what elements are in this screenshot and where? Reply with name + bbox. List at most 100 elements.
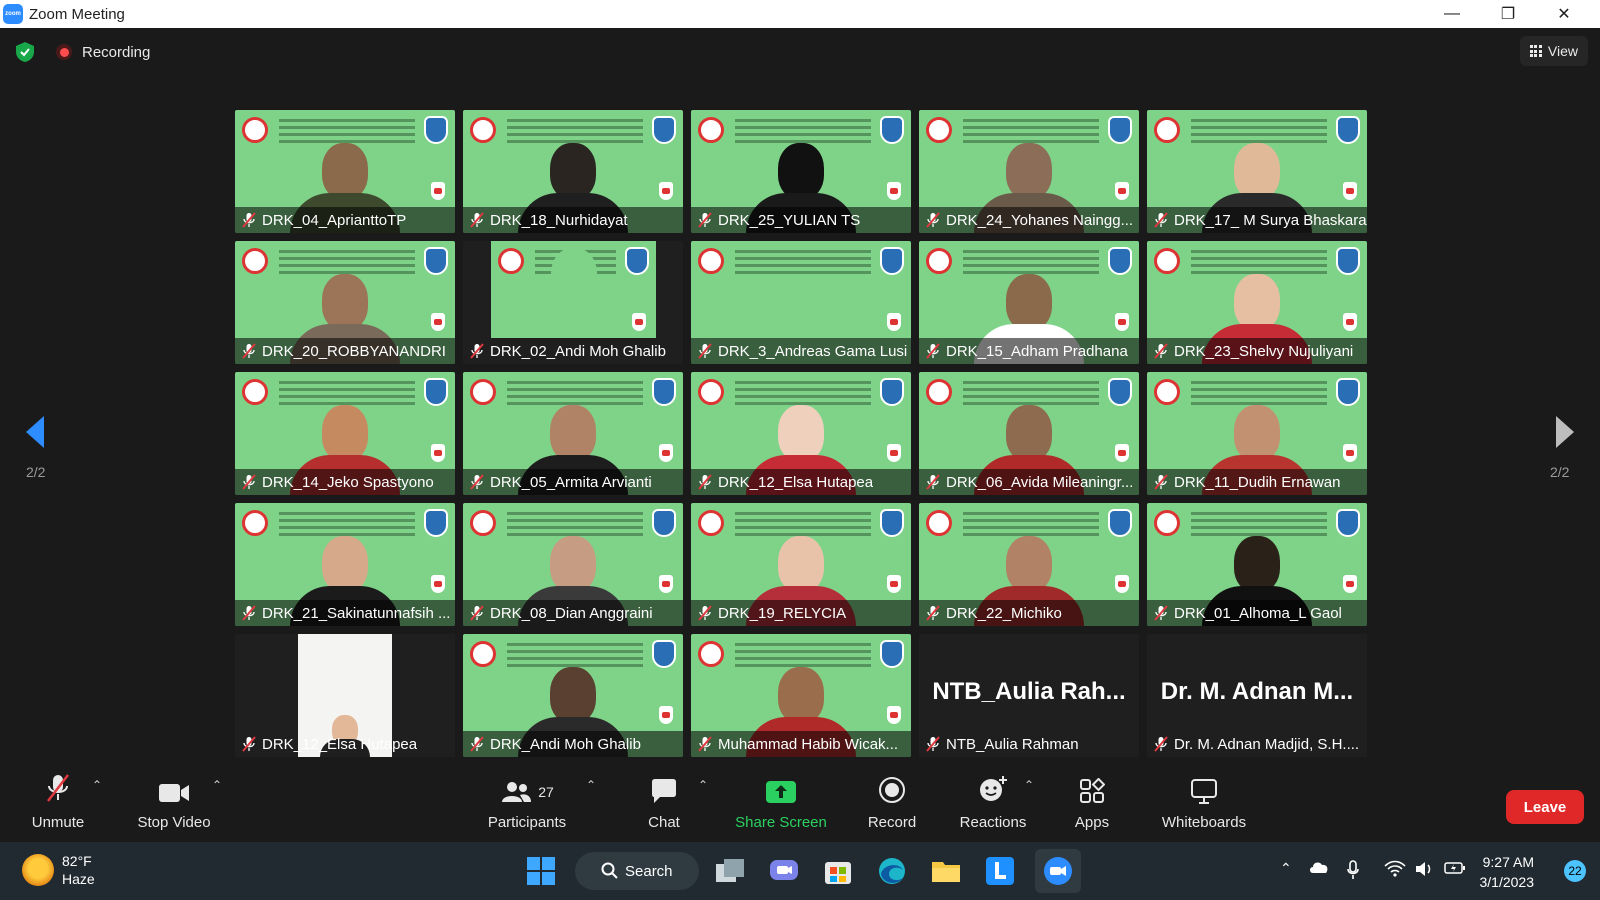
teams-chat-icon[interactable] xyxy=(765,852,803,890)
region-emblem-icon xyxy=(424,247,448,275)
previous-page-arrow-icon[interactable] xyxy=(22,412,48,452)
reactions-options-chevron-icon[interactable]: ⌃ xyxy=(1024,778,1034,792)
launcher-l-app-icon[interactable] xyxy=(981,852,1019,890)
start-windows-icon[interactable] xyxy=(522,852,560,890)
muted-microphone-icon xyxy=(925,343,941,359)
grid-view-icon xyxy=(1529,45,1542,57)
institution-logo-icon xyxy=(698,117,724,143)
muted-microphone-icon xyxy=(469,474,485,490)
unmute-button[interactable]: Unmute xyxy=(28,770,88,842)
participant-tile[interactable]: DRK_17_ M Surya Bhaskara xyxy=(1147,110,1367,233)
participant-tile[interactable]: DRK_19_RELYCIA xyxy=(691,503,911,626)
apps-button[interactable]: Apps xyxy=(1074,770,1110,842)
institution-logo-icon xyxy=(1154,117,1180,143)
share-screen-button[interactable]: Share Screen xyxy=(735,770,827,842)
participant-tile[interactable]: DRK_06_Avida Mileaningr... xyxy=(919,372,1139,495)
background-badge-icon xyxy=(1115,444,1129,462)
volume-speaker-icon[interactable] xyxy=(1414,860,1434,881)
participant-name-bar: DRK_05_Armita Arvianti xyxy=(463,469,683,495)
microphone-tray-icon[interactable] xyxy=(1346,860,1360,883)
participant-name-bar: NTB_Aulia Rahman xyxy=(919,731,1139,757)
view-button[interactable]: View xyxy=(1519,36,1588,66)
participant-tile[interactable]: DRK_21_Sakinatunnafsih ... xyxy=(235,503,455,626)
microsoft-store-icon[interactable] xyxy=(819,852,857,890)
apps-icon xyxy=(1080,778,1105,803)
whiteboards-button[interactable]: Whiteboards xyxy=(1160,770,1248,842)
participants-options-chevron-icon[interactable]: ⌃ xyxy=(586,778,596,792)
chat-options-chevron-icon[interactable]: ⌃ xyxy=(698,778,708,792)
leave-button[interactable]: Leave xyxy=(1506,790,1584,824)
participant-tile[interactable]: DRK_05_Armita Arvianti xyxy=(463,372,683,495)
apps-label: Apps xyxy=(1074,814,1110,831)
region-emblem-icon xyxy=(1108,247,1132,275)
participant-tile[interactable]: DRK_22_Michiko xyxy=(919,503,1139,626)
participant-tile[interactable]: DRK_24_Yohanes Naingg... xyxy=(919,110,1139,233)
participant-tile[interactable]: DRK_20_ROBBYANANDRI xyxy=(235,241,455,364)
security-shield-icon[interactable] xyxy=(14,41,36,63)
clock-time: 9:27 AM xyxy=(1482,854,1534,870)
battery-icon[interactable] xyxy=(1444,860,1466,879)
background-badge-icon xyxy=(1343,313,1357,331)
system-clock[interactable]: 9:27 AM 3/1/2023 xyxy=(1480,852,1535,892)
muted-microphone-icon xyxy=(925,474,941,490)
participant-tile[interactable]: DRK_08_Dian Anggraini xyxy=(463,503,683,626)
institution-logo-icon xyxy=(1154,379,1180,405)
taskbar-search-box[interactable]: Search xyxy=(575,852,699,890)
onedrive-cloud-icon[interactable] xyxy=(1308,860,1330,877)
next-page-arrow-icon[interactable] xyxy=(1552,412,1578,452)
institution-logo-icon xyxy=(926,117,952,143)
task-view-icon[interactable] xyxy=(711,852,749,890)
participant-tile[interactable]: DRK_12_Elsa Hutapea xyxy=(691,372,911,495)
participant-name-bar: DRK_12_Elsa Hutapea xyxy=(691,469,911,495)
video-options-chevron-icon[interactable]: ⌃ xyxy=(212,778,222,792)
institution-logo-icon xyxy=(470,510,496,536)
participant-tile[interactable]: DRK_01_Alhoma_L Gaol xyxy=(1147,503,1367,626)
chat-button[interactable]: Chat xyxy=(646,770,682,842)
participant-tile[interactable]: DRK_12_Elsa Hutapea xyxy=(235,634,455,757)
participant-tile[interactable]: DRK_02_Andi Moh Ghalib xyxy=(463,241,683,364)
recording-indicator-icon[interactable] xyxy=(56,44,72,60)
stop-video-button[interactable]: Stop Video xyxy=(134,770,214,842)
weather-widget[interactable]: 82°F Haze xyxy=(22,852,95,888)
muted-microphone-icon xyxy=(469,736,485,752)
participant-video-person xyxy=(518,248,629,338)
participant-tile[interactable]: DRK_04_AprianttoTP xyxy=(235,110,455,233)
edge-browser-icon[interactable] xyxy=(873,852,911,890)
participant-tile[interactable]: NTB_Aulia Rah... NTB_Aulia Rahman xyxy=(919,634,1139,757)
participant-tile[interactable]: DRK_14_Jeko Spastyono xyxy=(235,372,455,495)
participant-name: DRK_04_AprianttoTP xyxy=(262,211,407,229)
file-explorer-icon[interactable] xyxy=(927,852,965,890)
participant-tile[interactable]: DRK_3_Andreas Gama Lusi xyxy=(691,241,911,364)
participant-name: DRK_21_Sakinatunnafsih ... xyxy=(262,604,451,622)
participant-tile[interactable]: Dr. M. Adnan M... Dr. M. Adnan Madjid, S.… xyxy=(1147,634,1367,757)
recording-label[interactable]: Recording xyxy=(82,44,150,61)
show-hidden-icons-chevron-icon[interactable]: ⌃ xyxy=(1280,860,1292,877)
participant-tile[interactable]: DRK_11_Dudih Ernawan xyxy=(1147,372,1367,495)
audio-options-chevron-icon[interactable]: ⌃ xyxy=(92,778,102,792)
participant-tile[interactable]: DRK_15_Adham Pradhana xyxy=(919,241,1139,364)
minimize-button[interactable]: — xyxy=(1424,0,1480,28)
participant-name: DRK_18_Nurhidayat xyxy=(490,211,628,229)
participant-tile[interactable]: DRK_25_YULIAN TS xyxy=(691,110,911,233)
institution-logo-icon xyxy=(698,641,724,667)
participant-tile[interactable]: DRK_23_Shelvy Nujuliyani xyxy=(1147,241,1367,364)
participant-tile[interactable]: Muhammad Habib Wicak... xyxy=(691,634,911,757)
zoom-taskbar-icon[interactable] xyxy=(1035,849,1081,893)
restore-button[interactable]: ❐ xyxy=(1480,0,1536,28)
participant-tile[interactable]: DRK_18_Nurhidayat xyxy=(463,110,683,233)
participant-name-bar: DRK_14_Jeko Spastyono xyxy=(235,469,455,495)
participant-name: DRK_01_Alhoma_L Gaol xyxy=(1174,604,1342,622)
region-emblem-icon xyxy=(625,247,649,275)
close-button[interactable]: ✕ xyxy=(1536,0,1592,28)
region-emblem-icon xyxy=(652,116,676,144)
participant-name: DRK_11_Dudih Ernawan xyxy=(1174,473,1341,491)
record-button[interactable]: Record xyxy=(866,770,918,842)
background-badge-icon xyxy=(1115,575,1129,593)
notification-count-badge[interactable]: 22 xyxy=(1564,860,1586,882)
wifi-icon[interactable] xyxy=(1384,860,1406,881)
participants-button[interactable]: 27 Participants xyxy=(484,770,570,842)
participant-tile[interactable]: DRK_Andi Moh Ghalib xyxy=(463,634,683,757)
background-badge-icon xyxy=(1343,182,1357,200)
region-emblem-icon xyxy=(424,509,448,537)
reactions-button[interactable]: Reactions xyxy=(958,770,1028,842)
